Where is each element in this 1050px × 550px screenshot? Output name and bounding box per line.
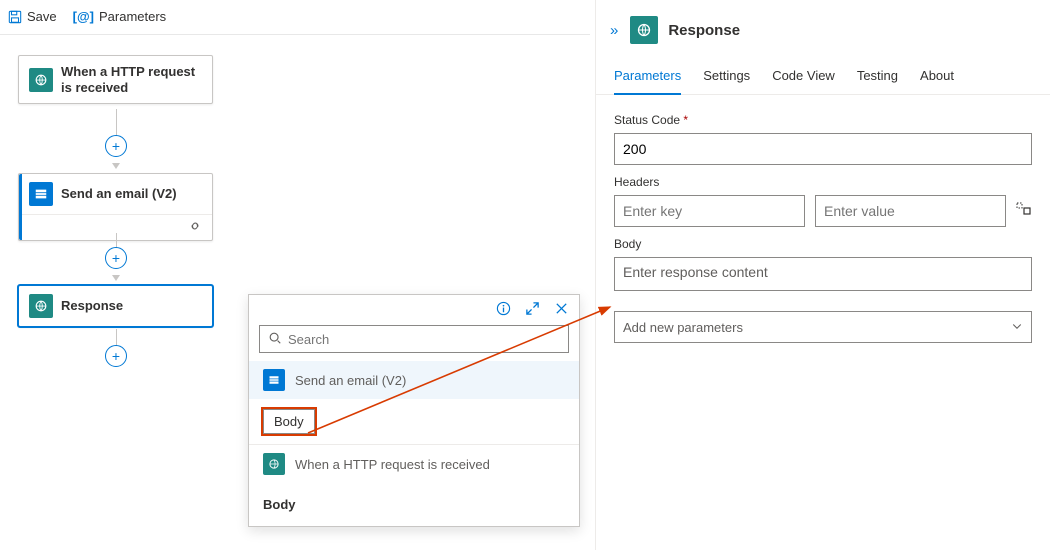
search-input-wrap[interactable] (259, 325, 569, 353)
info-icon[interactable] (496, 301, 511, 319)
category-send-email[interactable]: Send an email (V2) (249, 361, 579, 399)
accent (19, 174, 22, 240)
link-icon (188, 219, 202, 236)
save-button[interactable]: Save (8, 9, 57, 24)
status-code-input[interactable] (614, 133, 1032, 165)
body-input[interactable]: Enter response content (614, 257, 1032, 291)
toggle-text-mode-icon[interactable] (1016, 201, 1032, 221)
tab-parameters[interactable]: Parameters (614, 58, 681, 95)
response-icon (630, 16, 658, 44)
close-icon[interactable] (554, 301, 569, 319)
panel-tabs: Parameters Settings Code View Testing Ab… (596, 58, 1050, 95)
chevron-down-icon (1011, 320, 1023, 335)
parameters-icon: [@] (73, 9, 94, 24)
body-label: Body (614, 237, 1032, 251)
node-title: Send an email (V2) (61, 186, 177, 202)
header-key-input[interactable] (614, 195, 805, 227)
token-row: Body (249, 399, 579, 444)
category-http-trigger[interactable]: When a HTTP request is received (249, 444, 579, 483)
header-value-input[interactable] (815, 195, 1006, 227)
node-response[interactable]: Response (18, 285, 213, 327)
node-http-trigger[interactable]: When a HTTP request is received (18, 55, 213, 104)
parameters-button[interactable]: [@] Parameters (73, 9, 167, 24)
tab-about[interactable]: About (920, 58, 954, 94)
response-icon (29, 294, 53, 318)
email-icon (29, 182, 53, 206)
http-trigger-icon (263, 453, 285, 475)
status-code-label: Status Code (614, 113, 1032, 127)
add-parameters-dropdown[interactable]: Add new parameters (614, 311, 1032, 343)
node-send-email[interactable]: Send an email (V2) (18, 173, 213, 241)
dynamic-content-popup: Send an email (V2) Body When a HTTP requ… (248, 294, 580, 527)
token-body[interactable]: Body (263, 409, 315, 434)
category-label: When a HTTP request is received (295, 457, 490, 472)
search-input[interactable] (288, 332, 560, 347)
save-icon (8, 10, 22, 24)
add-action-button[interactable]: + (105, 135, 127, 157)
search-icon (268, 331, 282, 348)
details-panel: » Response Parameters Settings Code View… (595, 0, 1050, 550)
collapse-panel-button[interactable]: » (610, 22, 618, 39)
dropdown-label: Add new parameters (623, 320, 743, 335)
node-title: When a HTTP request is received (61, 64, 202, 95)
save-label: Save (27, 9, 57, 24)
tab-settings[interactable]: Settings (703, 58, 750, 94)
token-body[interactable]: Body (263, 493, 306, 516)
node-title: Response (61, 298, 123, 314)
arrow-icon (112, 275, 120, 281)
headers-label: Headers (614, 175, 1032, 189)
http-trigger-icon (29, 68, 53, 92)
arrow-icon (112, 163, 120, 169)
email-icon (263, 369, 285, 391)
panel-title: Response (668, 22, 740, 39)
category-label: Send an email (V2) (295, 373, 406, 388)
token-row: Body (249, 483, 579, 526)
parameters-label: Parameters (99, 9, 166, 24)
add-action-button[interactable]: + (105, 345, 127, 367)
expand-icon[interactable] (525, 301, 540, 319)
tab-code-view[interactable]: Code View (772, 58, 835, 94)
add-action-button[interactable]: + (105, 247, 127, 269)
tab-testing[interactable]: Testing (857, 58, 898, 94)
